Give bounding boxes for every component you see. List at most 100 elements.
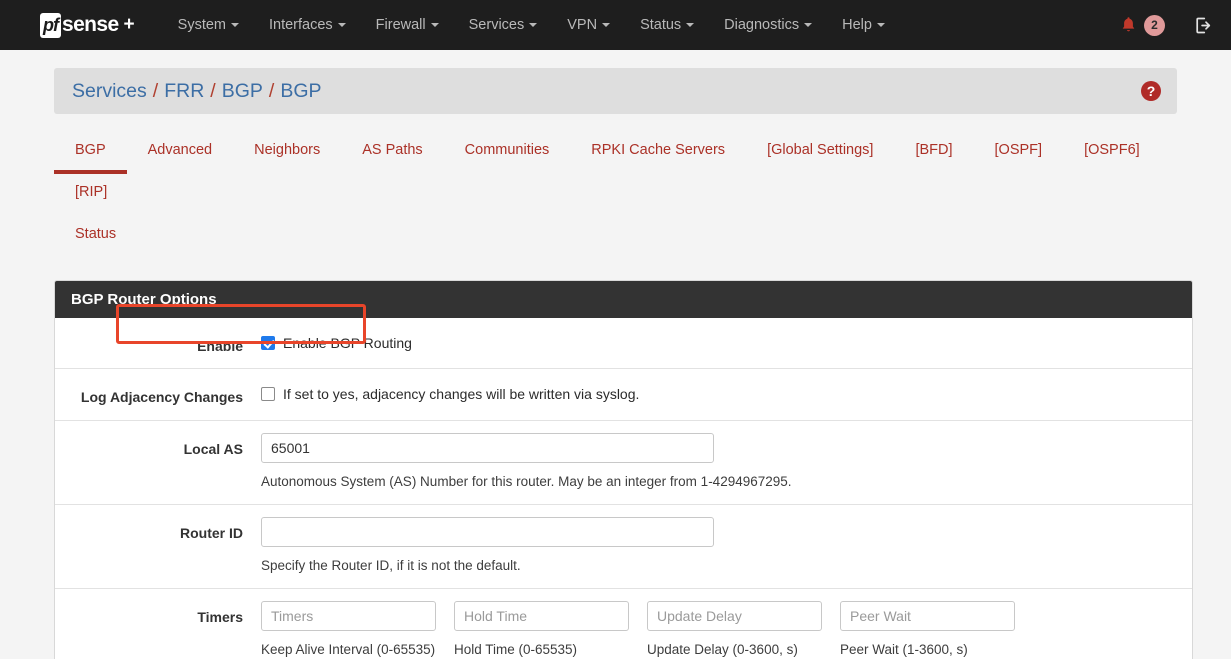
update-delay-help: Update Delay (0-3600, s)	[647, 640, 822, 659]
tab-ospf[interactable]: [OSPF]	[974, 132, 1064, 174]
pfsense-logo[interactable]: pf sense +	[40, 13, 135, 38]
tab-ospf6[interactable]: [OSPF6]	[1063, 132, 1161, 174]
navbar-right-actions: 2	[1120, 0, 1213, 50]
tab-bar-primary: BGP Advanced Neighbors AS Paths Communit…	[54, 132, 1177, 216]
router-id-row: Router ID Specify the Router ID, if it i…	[55, 505, 1192, 589]
panel-container: BGP Router Options Enable Enable BGP Rou…	[0, 258, 1231, 659]
peer-wait-help: Peer Wait (1-3600, s)	[840, 640, 1015, 659]
peer-wait-input[interactable]	[840, 601, 1015, 631]
tab-communities[interactable]: Communities	[444, 132, 571, 174]
bgp-router-options-panel: BGP Router Options Enable Enable BGP Rou…	[54, 280, 1193, 659]
notification-badge[interactable]: 2	[1144, 15, 1165, 36]
breadcrumb-container: Services / FRR / BGP / BGP ?	[0, 50, 1231, 114]
timers-label: Timers	[55, 601, 253, 659]
timers-row: Timers Keep Alive Interval (0-65535) Hol…	[55, 589, 1192, 659]
bell-icon[interactable]	[1120, 16, 1137, 34]
tab-rpki-cache-servers[interactable]: RPKI Cache Servers	[570, 132, 746, 174]
nav-item-help-label: Help	[842, 17, 872, 33]
router-id-help-text: Specify the Router ID, if it is not the …	[261, 556, 1192, 576]
help-icon[interactable]: ?	[1141, 81, 1161, 101]
breadcrumb-item-bgp-current[interactable]: BGP	[280, 80, 321, 103]
keep-alive-interval-help: Keep Alive Interval (0-65535)	[261, 640, 436, 659]
breadcrumb: Services / FRR / BGP / BGP ?	[54, 68, 1177, 114]
nav-item-help[interactable]: Help	[827, 1, 900, 49]
tab-rpki-cache-servers-label: RPKI Cache Servers	[591, 142, 725, 158]
nav-item-system[interactable]: System	[163, 1, 254, 49]
local-as-help-text: Autonomous System (AS) Number for this r…	[261, 472, 1192, 492]
nav-item-vpn-label: VPN	[567, 17, 597, 33]
enable-bgp-routing-label: Enable BGP Routing	[283, 335, 412, 351]
log-adjacency-changes-checkbox[interactable]	[261, 387, 275, 401]
nav-item-firewall-label: Firewall	[376, 17, 426, 33]
tab-ospf6-label: [OSPF6]	[1084, 142, 1140, 158]
nav-item-vpn[interactable]: VPN	[552, 1, 625, 49]
hold-time-input[interactable]	[454, 601, 629, 631]
chevron-down-icon	[877, 23, 885, 27]
enable-field: Enable BGP Routing	[253, 330, 1192, 356]
tab-communities-label: Communities	[465, 142, 550, 158]
tab-ospf-label: [OSPF]	[995, 142, 1043, 158]
logout-icon[interactable]	[1194, 16, 1213, 35]
panel-title: BGP Router Options	[55, 281, 1192, 318]
keep-alive-interval-input[interactable]	[261, 601, 436, 631]
log-adjacency-changes-field: If set to yes, adjacency changes will be…	[253, 381, 1192, 407]
breadcrumb-item-bgp[interactable]: BGP	[222, 80, 263, 103]
enable-bgp-routing-checkbox[interactable]	[261, 336, 275, 350]
tab-bfd[interactable]: [BFD]	[894, 132, 973, 174]
tab-advanced-label: Advanced	[148, 142, 213, 158]
nav-item-diagnostics-label: Diagnostics	[724, 17, 799, 33]
top-navbar: pf sense + System Interfaces Firewall Se…	[0, 0, 1231, 50]
tab-as-paths[interactable]: AS Paths	[341, 132, 443, 174]
log-adjacency-changes-label: Log Adjacency Changes	[55, 381, 253, 407]
nav-item-diagnostics[interactable]: Diagnostics	[709, 1, 827, 49]
tabs-container: BGP Advanced Neighbors AS Paths Communit…	[0, 114, 1231, 258]
breadcrumb-item-services[interactable]: Services	[72, 80, 147, 103]
update-delay-input[interactable]	[647, 601, 822, 631]
tab-global-settings[interactable]: [Global Settings]	[746, 132, 894, 174]
tab-neighbors[interactable]: Neighbors	[233, 132, 341, 174]
nav-item-system-label: System	[178, 17, 226, 33]
tab-rip[interactable]: [RIP]	[54, 174, 128, 216]
tab-bfd-label: [BFD]	[915, 142, 952, 158]
brand-mark: pf	[40, 13, 61, 38]
chevron-down-icon	[431, 23, 439, 27]
nav-item-status[interactable]: Status	[625, 1, 709, 49]
router-id-label: Router ID	[55, 517, 253, 576]
chevron-down-icon	[338, 23, 346, 27]
tab-neighbors-label: Neighbors	[254, 142, 320, 158]
log-adjacency-changes-row: Log Adjacency Changes If set to yes, adj…	[55, 369, 1192, 420]
log-adjacency-changes-description: If set to yes, adjacency changes will be…	[283, 386, 639, 402]
brand-text: sense	[62, 13, 119, 37]
tab-bgp[interactable]: BGP	[54, 132, 127, 174]
chevron-down-icon	[602, 23, 610, 27]
chevron-down-icon	[231, 23, 239, 27]
tab-as-paths-label: AS Paths	[362, 142, 422, 158]
nav-item-services-label: Services	[469, 17, 525, 33]
main-menu: System Interfaces Firewall Services VPN …	[163, 1, 900, 49]
timer-hold-time-column: Hold Time (0-65535)	[454, 601, 629, 659]
chevron-down-icon	[686, 23, 694, 27]
tab-global-settings-label: [Global Settings]	[767, 142, 873, 158]
brand-plus: +	[124, 14, 135, 36]
tab-status-label: Status	[75, 226, 116, 242]
nav-item-status-label: Status	[640, 17, 681, 33]
timer-update-delay-column: Update Delay (0-3600, s)	[647, 601, 822, 659]
router-id-input[interactable]	[261, 517, 714, 547]
tab-bar-secondary: Status	[54, 216, 1177, 258]
timer-keep-alive-column: Keep Alive Interval (0-65535)	[261, 601, 436, 659]
breadcrumb-item-frr[interactable]: FRR	[164, 80, 204, 103]
enable-row: Enable Enable BGP Routing	[55, 318, 1192, 369]
nav-item-firewall[interactable]: Firewall	[361, 1, 454, 49]
nav-item-services[interactable]: Services	[454, 1, 553, 49]
tab-advanced[interactable]: Advanced	[127, 132, 234, 174]
chevron-down-icon	[529, 23, 537, 27]
tab-bgp-label: BGP	[75, 142, 106, 158]
enable-label: Enable	[55, 330, 253, 356]
breadcrumb-separator: /	[269, 80, 274, 103]
local-as-field: Autonomous System (AS) Number for this r…	[253, 433, 1192, 492]
tab-rip-label: [RIP]	[75, 184, 107, 200]
tab-status[interactable]: Status	[54, 216, 137, 258]
local-as-input[interactable]	[261, 433, 714, 463]
nav-item-interfaces[interactable]: Interfaces	[254, 1, 361, 49]
hold-time-help: Hold Time (0-65535)	[454, 640, 629, 659]
